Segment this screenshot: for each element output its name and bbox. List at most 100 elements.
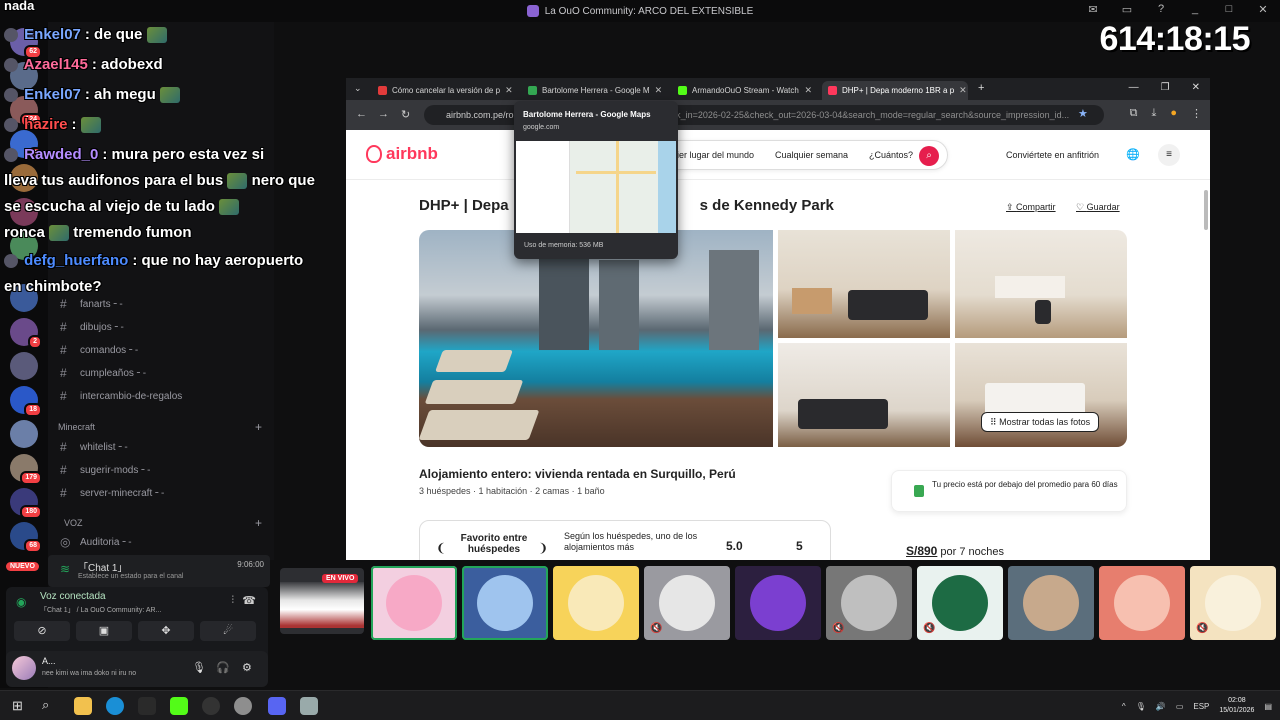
- chevron-up-icon[interactable]: ^: [1122, 702, 1126, 711]
- share-screen-button[interactable]: ▣: [76, 621, 132, 641]
- participant-tile[interactable]: [371, 566, 457, 640]
- airbnb-logo[interactable]: airbnb: [366, 144, 438, 164]
- server-icon[interactable]: [10, 232, 38, 260]
- photo-living[interactable]: [778, 230, 950, 338]
- server-icon[interactable]: 124: [10, 96, 42, 127]
- channel-item[interactable]: # dibujos╶ -: [60, 320, 124, 334]
- server-icon[interactable]: [10, 198, 38, 226]
- clock[interactable]: 02:08 15/01/2026: [1219, 696, 1254, 716]
- network-icon[interactable]: ▭: [1176, 702, 1184, 711]
- participant-tile[interactable]: 🔇: [1190, 566, 1276, 640]
- become-host-link[interactable]: Conviértete en anfitrión: [1006, 150, 1099, 160]
- menu-icon[interactable]: ≡: [1158, 144, 1180, 166]
- avatar[interactable]: [12, 656, 36, 680]
- extensions-icon[interactable]: ⧉: [1130, 107, 1138, 120]
- participant-tile[interactable]: [553, 566, 639, 640]
- photo-kitchen[interactable]: [955, 230, 1127, 338]
- edge-icon[interactable]: [106, 697, 124, 715]
- close-tab-icon[interactable]: ✕: [655, 85, 663, 96]
- server-icon[interactable]: 5: [10, 130, 42, 161]
- server-icon[interactable]: [10, 62, 38, 90]
- channel-item[interactable]: # server-minecraft╶ -: [60, 486, 164, 500]
- screen-icon[interactable]: ▭: [1120, 3, 1134, 16]
- app-icon[interactable]: [138, 697, 156, 715]
- channel-item[interactable]: # fanarts╶ -: [60, 297, 123, 311]
- obs-icon[interactable]: [202, 697, 220, 715]
- participant-tile[interactable]: 🔇: [826, 566, 912, 640]
- server-icon[interactable]: 62: [10, 28, 42, 59]
- search-bar[interactable]: ier lugar del mundo Cualquier semana ¿Cu…: [646, 140, 948, 170]
- stream-preview[interactable]: EN VIVO: [280, 568, 364, 634]
- show-all-photos-button[interactable]: ⠿ Mostrar todas las fotos: [981, 412, 1100, 432]
- main-photo[interactable]: [419, 230, 773, 447]
- language-indicator[interactable]: ESP: [1193, 702, 1209, 711]
- channel-item[interactable]: # intercambio-de-regalos: [60, 389, 182, 403]
- profile-icon[interactable]: ●: [1170, 107, 1177, 120]
- microphone-icon[interactable]: 🎙: [192, 661, 206, 674]
- search-button[interactable]: ⌕: [919, 146, 939, 166]
- share-button[interactable]: ⇪ Compartir: [1006, 202, 1056, 213]
- help-icon[interactable]: ?: [1154, 3, 1168, 16]
- close-button[interactable]: ✕: [1256, 3, 1270, 16]
- file-explorer-icon[interactable]: [74, 697, 92, 715]
- app-icon[interactable]: [300, 697, 318, 715]
- scrollbar[interactable]: [1204, 190, 1208, 230]
- participant-tile[interactable]: 🔇: [917, 566, 1003, 640]
- close-icon[interactable]: ✕: [1192, 82, 1200, 93]
- soundboard-button[interactable]: ☄: [200, 621, 256, 641]
- mic-icon[interactable]: 🎙: [1136, 702, 1146, 711]
- maximize-button[interactable]: □: [1222, 3, 1236, 16]
- channel-item[interactable]: # comandos╶ -: [60, 343, 138, 357]
- participant-tile[interactable]: [1099, 566, 1185, 640]
- back-icon[interactable]: ←: [356, 108, 367, 120]
- category-voz[interactable]: VOZ: [64, 518, 83, 528]
- server-icon[interactable]: 179: [10, 454, 42, 485]
- download-icon[interactable]: ⤓: [1151, 107, 1156, 120]
- server-icon[interactable]: 180: [10, 488, 42, 519]
- current-voice-channel[interactable]: ≋ 「Chat 1」 Establece un estado para el c…: [48, 555, 270, 587]
- server-icon[interactable]: [10, 352, 38, 380]
- inbox-icon[interactable]: ✉: [1086, 3, 1100, 16]
- save-button[interactable]: ♡ Guardar: [1076, 202, 1120, 213]
- participant-tile[interactable]: [735, 566, 821, 640]
- activities-button[interactable]: ✥: [138, 621, 194, 641]
- minimize-icon[interactable]: —: [1129, 82, 1139, 93]
- photo-living-2[interactable]: [778, 343, 950, 447]
- browser-tab[interactable]: ArmandoOuO Stream - Watch ✕: [672, 81, 818, 100]
- tab-search-icon[interactable]: ⌄: [354, 83, 362, 94]
- server-icon[interactable]: 18: [10, 386, 42, 417]
- participant-tile[interactable]: 🔇: [644, 566, 730, 640]
- server-icon[interactable]: 2: [10, 318, 42, 349]
- forward-icon[interactable]: →: [378, 108, 389, 120]
- close-tab-icon[interactable]: ✕: [959, 85, 967, 96]
- camera-button[interactable]: ⊘: [14, 621, 70, 641]
- soundboard-icon[interactable]: ⫶: [232, 595, 235, 606]
- disconnect-icon[interactable]: ☎: [242, 594, 256, 607]
- close-tab-icon[interactable]: ✕: [505, 85, 513, 96]
- minimize-button[interactable]: _: [1188, 3, 1202, 16]
- new-tab-icon[interactable]: +: [978, 82, 984, 94]
- browser-tab-active[interactable]: DHP+ | Depa moderno 1BR a p ✕: [822, 81, 968, 100]
- bookmark-star-icon[interactable]: ★: [1078, 107, 1088, 120]
- volume-icon[interactable]: 🔊: [1156, 702, 1166, 711]
- channel-item[interactable]: # cumpleaños╶ -: [60, 366, 146, 380]
- headphones-icon[interactable]: 🎧: [216, 661, 230, 674]
- gear-icon[interactable]: ⚙: [242, 661, 252, 674]
- discord-icon[interactable]: [268, 697, 286, 715]
- notification-icon[interactable]: ▤: [1264, 702, 1272, 711]
- search-where[interactable]: ier lugar del mundo: [677, 150, 754, 160]
- channel-item[interactable]: # whitelist╶ -: [60, 440, 128, 454]
- close-tab-icon[interactable]: ✕: [804, 85, 812, 96]
- browser-tab[interactable]: Cómo cancelar la versión de p ✕: [372, 81, 518, 100]
- server-icon[interactable]: [10, 164, 38, 192]
- windows-start-icon[interactable]: ⊞: [12, 698, 23, 714]
- globe-icon[interactable]: 🌐: [1126, 148, 1140, 161]
- guest-favorite-card[interactable]: ❨ Favorito entre huéspedes ❩ Según los h…: [419, 520, 831, 560]
- restore-icon[interactable]: ❐: [1161, 82, 1170, 93]
- menu-icon[interactable]: ⋮: [1191, 107, 1202, 120]
- search-guests[interactable]: ¿Cuántos?: [869, 150, 913, 160]
- browser-tab[interactable]: Bartolome Herrera - Google M ✕: [522, 81, 668, 100]
- server-icon[interactable]: [10, 284, 38, 312]
- app-icon[interactable]: [234, 697, 252, 715]
- voice-channel-item[interactable]: ◎ Auditoria╶ -: [60, 535, 132, 549]
